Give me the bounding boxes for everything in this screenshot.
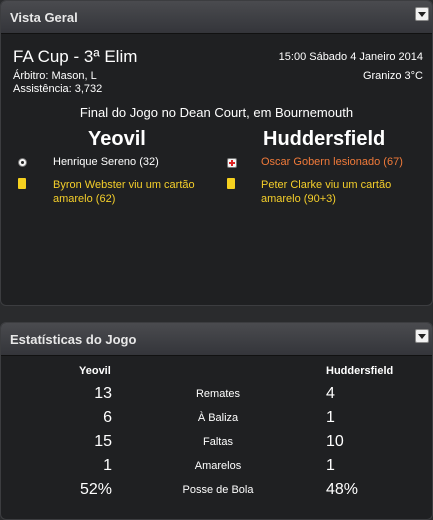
stat-away-value: 1	[326, 409, 335, 426]
stat-label: Faltas	[203, 436, 233, 448]
away-event-yellow-card[interactable]: Peter Clarke viu um cartão amarelo (90+3…	[261, 178, 421, 206]
home-event-goal[interactable]: Henrique Sereno (32)	[53, 156, 159, 168]
home-team-name[interactable]: Yeovil	[88, 128, 146, 151]
stat-label: Posse de Bola	[182, 484, 254, 496]
stat-label: À Baliza	[197, 412, 239, 424]
overview-dropdown-button[interactable]	[415, 7, 429, 21]
goal-ball-icon	[18, 158, 27, 167]
stat-away-value: 4	[326, 385, 335, 402]
stats-home-header: Yeovil	[79, 365, 111, 377]
stats-header: Estatísticas do Jogo	[1, 323, 432, 356]
stat-home-value: 1	[103, 457, 112, 474]
stats-panel: Estatísticas do Jogo Yeovil Huddersfield…	[0, 322, 433, 520]
stats-dropdown-button[interactable]	[415, 329, 429, 343]
stat-home-value: 6	[103, 409, 112, 426]
away-team-name[interactable]: Huddersfield	[263, 128, 385, 151]
stat-home-value: 52%	[79, 481, 112, 498]
overview-title: Vista Geral	[10, 10, 78, 25]
yellow-card-icon	[227, 178, 235, 189]
stat-home-value: 15	[94, 433, 112, 450]
stat-label: Amarelos	[194, 460, 242, 472]
stat-away-value: 10	[326, 433, 344, 450]
stat-label: Remates	[195, 388, 241, 400]
stats-away-header: Huddersfield	[326, 365, 394, 377]
attendance: Assistência: 3,732	[13, 83, 103, 95]
stats-title: Estatísticas do Jogo	[10, 332, 137, 347]
referee: Árbitro: Mason, L	[13, 70, 97, 82]
stat-away-value: 48%	[326, 481, 359, 498]
home-event-yellow-card[interactable]: Byron Webster viu um cartão amarelo (62)	[53, 178, 213, 206]
stat-away-value: 1	[326, 457, 335, 474]
injury-icon	[227, 158, 237, 168]
result-line: Final do Jogo no Dean Court, em Bournemo…	[79, 105, 354, 120]
overview-panel: Vista Geral FA Cup - 3ª Elim Árbitro: Ma…	[0, 0, 433, 306]
weather: Granizo 3°C	[362, 70, 423, 82]
stat-home-value: 13	[94, 385, 112, 402]
match-datetime: 15:00 Sábado 4 Janeiro 2014	[278, 51, 423, 63]
competition-name: FA Cup - 3ª Elim	[13, 47, 138, 66]
yellow-card-icon	[18, 178, 26, 189]
away-event-injury[interactable]: Oscar Gobern lesionado (67)	[261, 156, 403, 168]
overview-header: Vista Geral	[1, 1, 432, 34]
